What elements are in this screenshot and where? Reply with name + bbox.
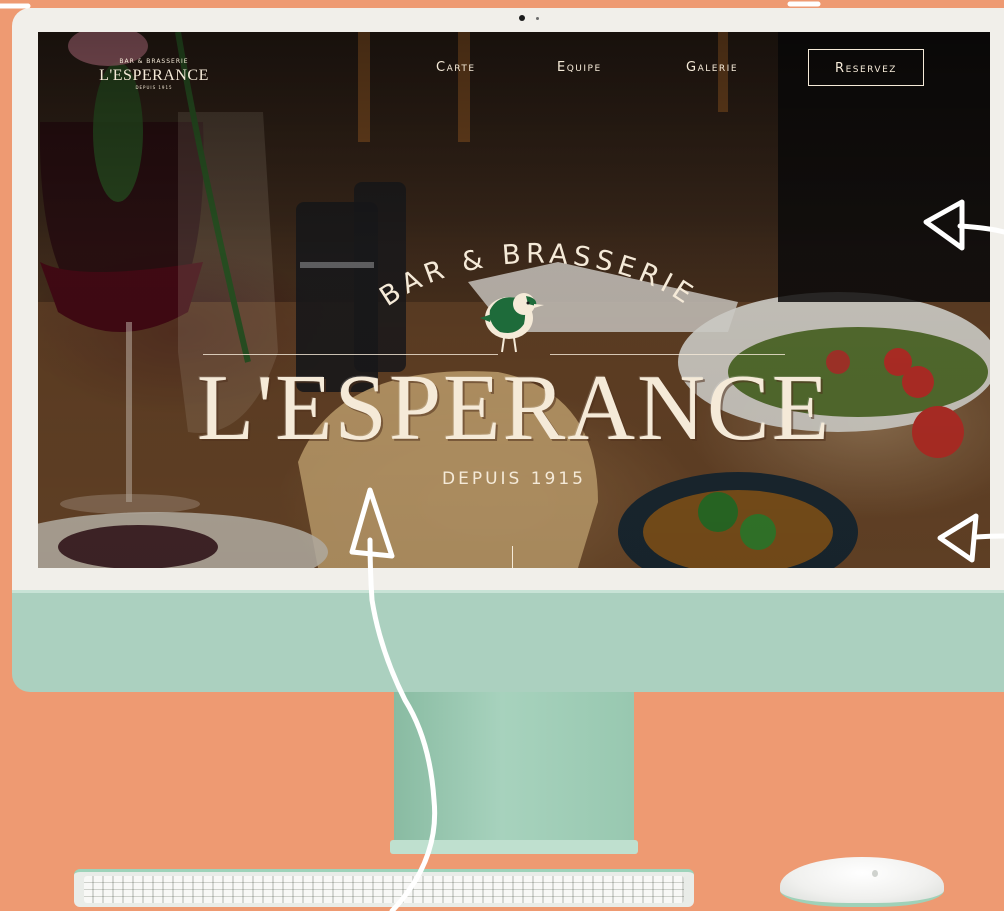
nav-link-carte[interactable]: Carte [436,60,476,75]
logo-since: DEPUIS 1915 [135,85,173,90]
website-screen: BAR & BRASSERIE L'ESPERANCE DEPUIS 1915 … [38,32,990,568]
robin-bird-icon [480,293,544,353]
mouse [780,857,944,907]
monitor-stand-foot [390,840,638,854]
monitor-chin-highlight [12,590,1004,593]
camera-icon [519,15,525,21]
reserve-button[interactable]: Reservez [808,49,924,86]
monitor-chin [12,590,1004,692]
logo-name: L'ESPERANCE [99,67,209,84]
apple-logo-icon [872,870,878,877]
nav-link-galerie[interactable]: Galerie [686,60,738,75]
monitor-stand [394,692,634,844]
logo-arc-text: BAR & BRASSERIE [119,58,189,65]
keyboard [74,869,694,907]
hero-divider-right [550,354,785,355]
keyboard-keys [84,876,684,903]
hero-divider-left [203,354,498,355]
nav-link-equipe[interactable]: Equipe [557,60,602,75]
site-logo[interactable]: BAR & BRASSERIE L'ESPERANCE DEPUIS 1915 [94,58,214,98]
scene: BAR & BRASSERIE L'ESPERANCE DEPUIS 1915 … [0,0,1004,911]
hero-subtitle: DEPUIS 1915 [442,469,586,489]
hero-title: L'ESPERANCE [196,356,832,460]
scroll-indicator [512,546,513,568]
camera-indicator [536,17,539,20]
